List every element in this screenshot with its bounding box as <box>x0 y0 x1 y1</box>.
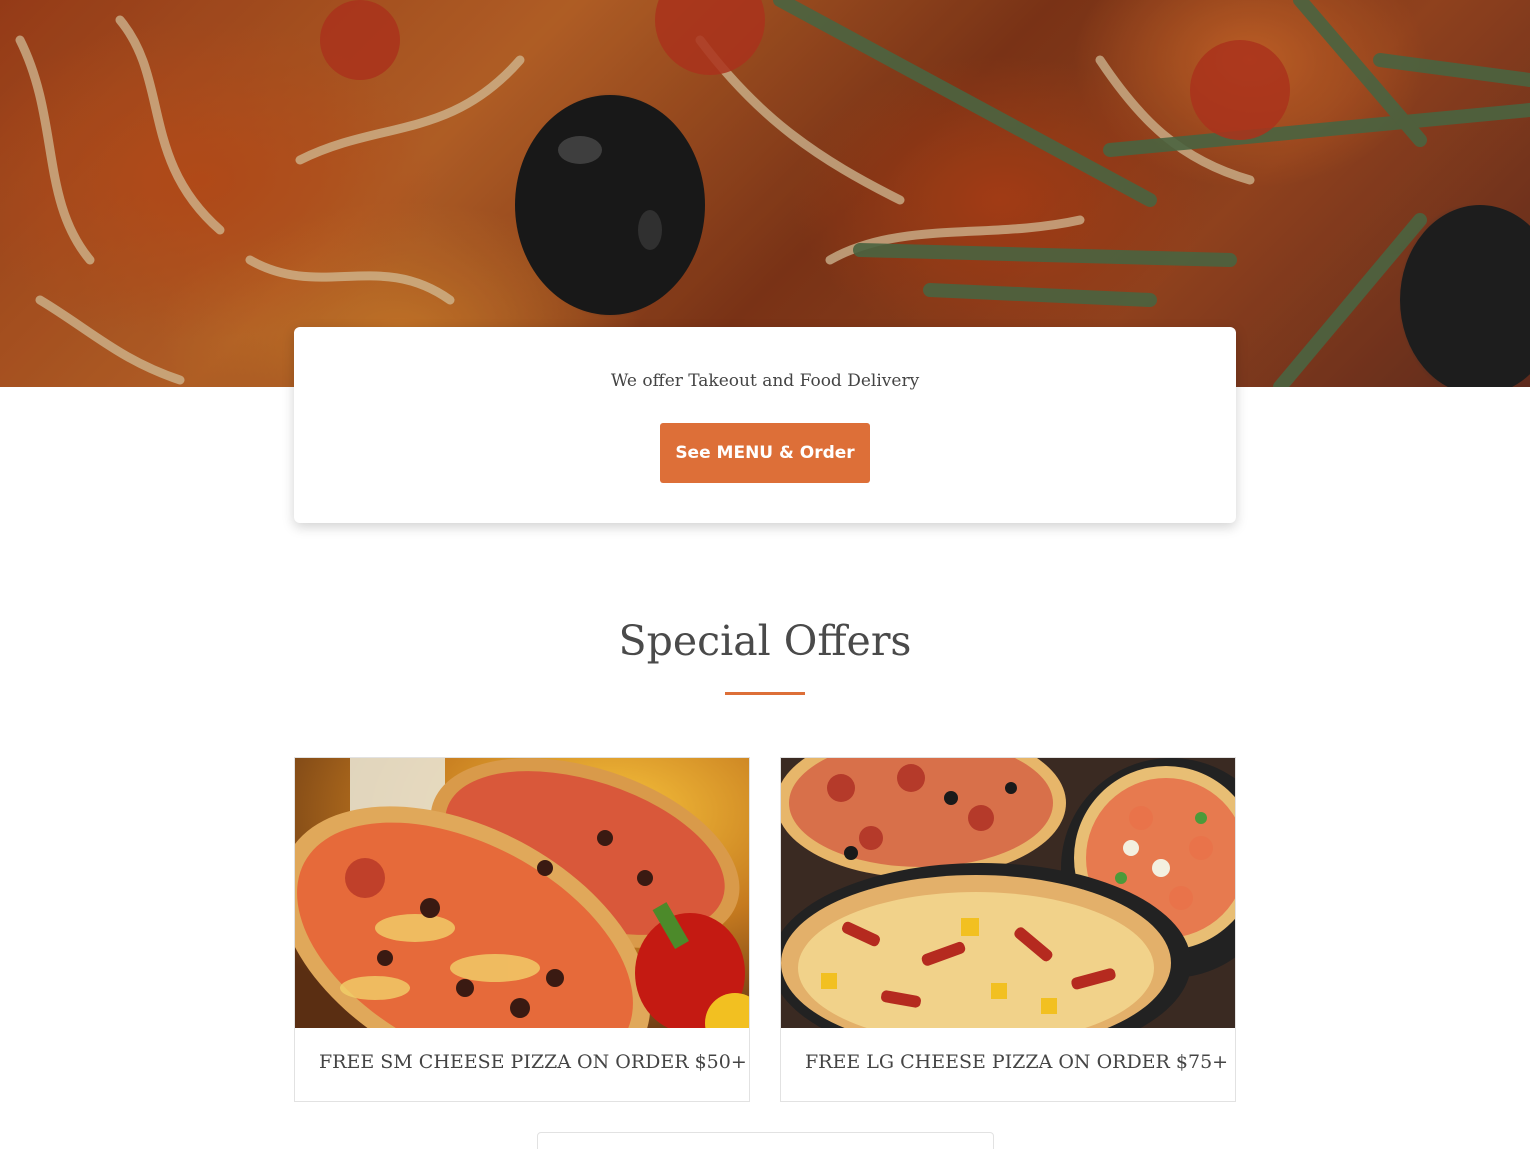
hero-tagline: We offer Takeout and Food Delivery <box>610 371 920 391</box>
pizza-with-pepper-photo <box>295 758 749 1028</box>
offer-image <box>295 758 749 1028</box>
next-card-partial <box>537 1132 994 1149</box>
hero-card: We offer Takeout and Food Delivery See M… <box>294 327 1236 523</box>
section-title: Special Offers <box>618 617 912 665</box>
offer-caption: FREE LG CHEESE PIZZA ON ORDER $75+ <box>805 1051 1229 1073</box>
see-menu-order-button[interactable]: See MENU & Order <box>660 423 870 483</box>
title-underline-divider <box>725 692 805 695</box>
offer-image <box>781 758 1235 1028</box>
assorted-pizzas-photo <box>781 758 1235 1028</box>
page: We offer Takeout and Food Delivery See M… <box>0 0 1530 1149</box>
offer-caption: FREE SM CHEESE PIZZA ON ORDER $50+ <box>319 1051 747 1073</box>
offer-card-large-cheese[interactable]: FREE LG CHEESE PIZZA ON ORDER $75+ <box>780 757 1236 1102</box>
offer-card-small-cheese[interactable]: FREE SM CHEESE PIZZA ON ORDER $50+ <box>294 757 750 1102</box>
